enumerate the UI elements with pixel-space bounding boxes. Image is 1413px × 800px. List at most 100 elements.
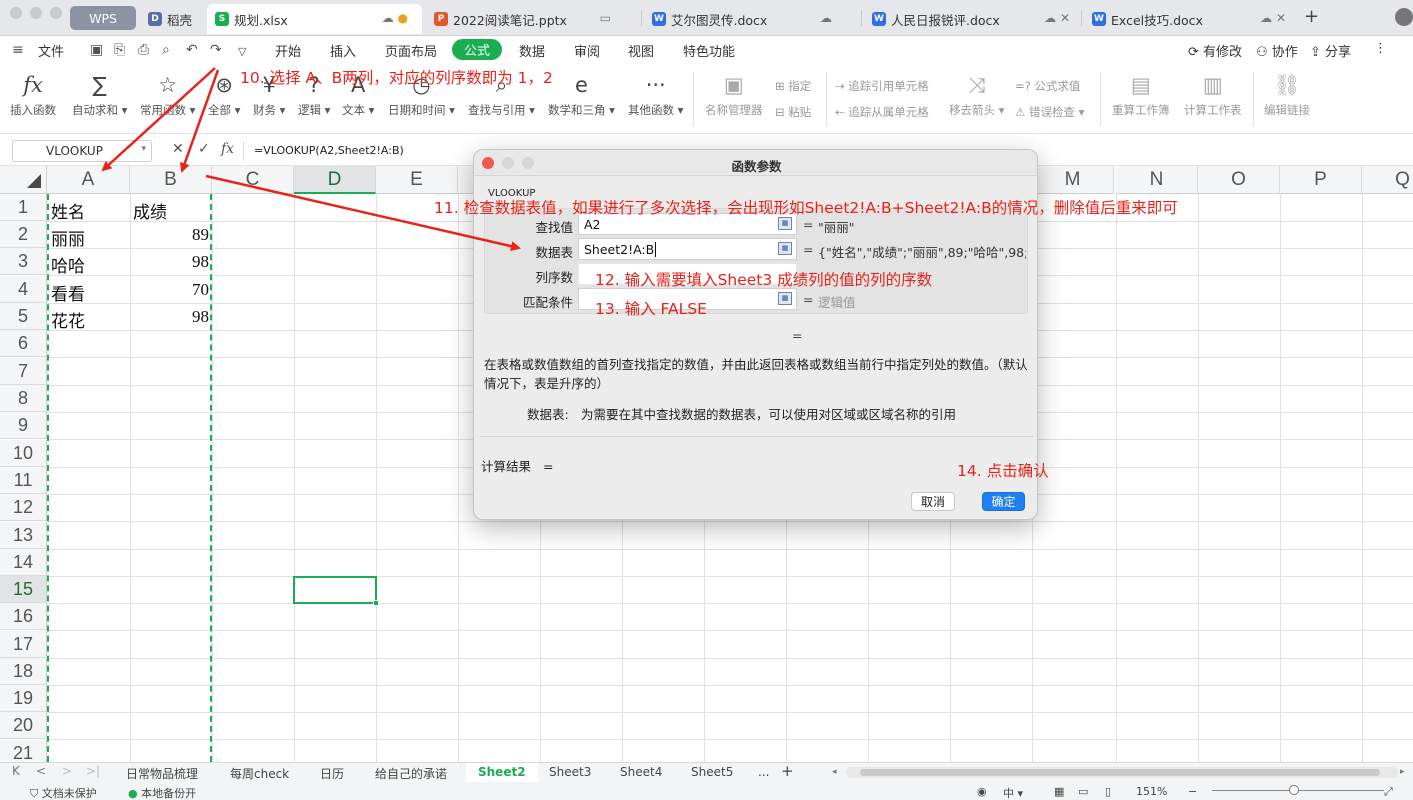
eye-protection-icon[interactable]: ◉ — [977, 785, 987, 798]
next-sheet-icon[interactable]: > — [62, 764, 72, 778]
sheet-tab[interactable]: Sheet3 — [549, 765, 591, 779]
row-header-9[interactable]: 9 — [0, 412, 47, 439]
last-sheet-icon[interactable]: >| — [86, 764, 100, 778]
row-header-5[interactable]: 5 — [0, 303, 47, 330]
cloud-close-icon[interactable]: ☁ ✕ — [1260, 11, 1286, 25]
cell-b4[interactable]: 70 — [130, 280, 209, 300]
page-break-view-icon[interactable]: ▯ — [1105, 785, 1111, 798]
avatar[interactable] — [1395, 8, 1413, 26]
menu-review[interactable]: 审阅 — [574, 41, 600, 60]
cell-a1[interactable]: 姓名 — [51, 198, 85, 223]
row-header-10[interactable]: 10 — [0, 440, 47, 467]
save-icon[interactable]: ▣ — [90, 42, 103, 58]
row-header-3[interactable]: 3 — [0, 248, 47, 275]
menu-page-layout[interactable]: 页面布局 — [385, 41, 437, 60]
menu-file[interactable]: 文件 — [38, 41, 64, 60]
document-protection-status[interactable]: ⛉ 文档未保护 — [30, 785, 97, 800]
menu-insert[interactable]: 插入 — [330, 41, 356, 60]
close-window-button[interactable] — [10, 7, 22, 19]
cell-b3[interactable]: 98 — [130, 252, 209, 272]
row-header-20[interactable]: 20 — [0, 712, 47, 739]
normal-view-icon[interactable]: ▦ — [1054, 785, 1064, 798]
row-header-8[interactable]: 8 — [0, 385, 47, 412]
tab-wps-home[interactable]: WPS — [70, 6, 136, 30]
trace-precedents-button[interactable]: ⇢ 追踪引用单元格 — [835, 78, 929, 94]
cell-a3[interactable]: 哈哈 — [51, 252, 85, 277]
undo-icon[interactable]: ↶ — [186, 42, 198, 58]
error-checking-button[interactable]: ⚠ 错误检查 ▾ — [1015, 104, 1084, 120]
cell-a4[interactable]: 看看 — [51, 280, 85, 305]
sheet-tab[interactable]: 日历 — [320, 765, 344, 782]
sheet-tab-active[interactable]: Sheet2 — [466, 763, 538, 783]
minimize-window-button[interactable] — [30, 7, 42, 19]
column-header-q[interactable]: Q — [1362, 166, 1413, 194]
cell-a2[interactable]: 丽丽 — [51, 225, 85, 250]
row-header-12[interactable]: 12 — [0, 494, 47, 521]
menu-formulas[interactable]: 公式 — [452, 39, 503, 60]
page-layout-view-icon[interactable]: ▭ — [1078, 785, 1088, 798]
row-header-7[interactable]: 7 — [0, 358, 47, 385]
sheet-tab[interactable]: 给自己的承诺 — [375, 765, 447, 782]
row-header-4[interactable]: 4 — [0, 276, 47, 303]
more-options-icon[interactable]: ⋮ — [1374, 41, 1387, 56]
cell-b1[interactable]: 成绩 — [133, 198, 167, 223]
row-header-6[interactable]: 6 — [0, 330, 47, 357]
ok-button[interactable]: 确定 — [982, 492, 1025, 511]
column-header-n[interactable]: N — [1116, 166, 1198, 194]
range-picker-icon[interactable]: ▦ — [778, 292, 792, 305]
row-header-19[interactable]: 19 — [0, 685, 47, 712]
row-header-17[interactable]: 17 — [0, 631, 47, 658]
menu-home[interactable]: 开始 — [275, 41, 301, 60]
horizontal-scrollbar[interactable] — [846, 767, 1398, 778]
fx-icon[interactable]: fx — [221, 141, 234, 157]
sheet-tab[interactable]: 每周check — [230, 765, 289, 782]
share-button[interactable]: ⇪ 分享 — [1310, 41, 1351, 60]
print-icon[interactable]: ⎙ — [138, 42, 149, 58]
formula-input[interactable]: =VLOOKUP(A2,Sheet2!A:B) — [243, 141, 404, 161]
sheet-tab[interactable]: Sheet5 — [691, 765, 733, 779]
define-name-button[interactable]: ⊞ 指定 — [775, 78, 811, 94]
menu-data[interactable]: 数据 — [519, 41, 545, 60]
paste-name-button[interactable]: ⊟ 粘贴 — [775, 104, 811, 120]
scroll-left-icon[interactable]: ◂ — [832, 767, 837, 777]
column-header-e[interactable]: E — [376, 166, 458, 194]
export-pdf-icon[interactable]: ⎘ — [114, 42, 125, 58]
column-header-d[interactable]: D — [294, 166, 376, 194]
name-manager-button[interactable]: ▣ 名称管理器 — [705, 70, 763, 118]
row-header-15[interactable]: 15 — [0, 576, 47, 603]
calc-sheet-button[interactable]: ▥ 计算工作表 — [1184, 70, 1242, 118]
prev-sheet-icon[interactable]: < — [36, 764, 46, 778]
input-method-icon[interactable]: 中 ▾ — [1003, 785, 1023, 800]
hamburger-menu-icon[interactable]: ≡ — [12, 42, 24, 58]
column-header-b[interactable]: B — [130, 166, 212, 194]
trace-dependents-button[interactable]: ⇠ 追踪从属单元格 — [835, 104, 929, 120]
insert-function-button[interactable]: fx 插入函数 — [10, 70, 56, 118]
row-header-13[interactable]: 13 — [0, 522, 47, 549]
tab-presentation[interactable]: P 2022阅读笔记.pptx ▭ — [426, 4, 621, 34]
zoom-slider-thumb[interactable] — [1289, 785, 1299, 795]
tab-document-2[interactable]: W 人民日报锐评.docx ☁ ✕ — [864, 4, 1080, 34]
cancel-formula-icon[interactable]: ✕ — [172, 141, 184, 157]
fullscreen-icon[interactable]: ⤢ — [1384, 785, 1393, 799]
tab-docer[interactable]: D 稻壳 — [140, 4, 206, 34]
row-header-14[interactable]: 14 — [0, 549, 47, 576]
add-sheet-plus-icon[interactable]: + — [781, 762, 794, 780]
cancel-button[interactable]: 取消 — [911, 492, 955, 511]
range-picker-icon[interactable]: ▦ — [778, 217, 792, 230]
zoom-level[interactable]: 151% — [1136, 785, 1167, 798]
chevron-down-icon[interactable]: ▾ — [141, 144, 146, 154]
menu-view[interactable]: 视图 — [628, 41, 654, 60]
column-header-m[interactable]: M — [1032, 166, 1114, 194]
row-header-1[interactable]: 1 — [0, 194, 47, 221]
recalc-workbook-button[interactable]: ▤ 重算工作簿 — [1112, 70, 1170, 118]
cell-a5[interactable]: 花花 — [51, 307, 85, 332]
edit-links-button[interactable]: ⛓ 编辑链接 — [1264, 70, 1310, 118]
zoom-window-button[interactable] — [50, 7, 62, 19]
new-tab-plus-icon[interactable]: + — [1304, 6, 1319, 27]
menu-special-features[interactable]: 特色功能 — [683, 41, 735, 60]
column-header-o[interactable]: O — [1198, 166, 1280, 194]
range-picker-icon[interactable]: ▦ — [778, 242, 792, 255]
fill-handle[interactable] — [373, 600, 379, 606]
column-header-c[interactable]: C — [212, 166, 294, 194]
name-box[interactable]: VLOOKUP ▾ — [12, 140, 152, 162]
